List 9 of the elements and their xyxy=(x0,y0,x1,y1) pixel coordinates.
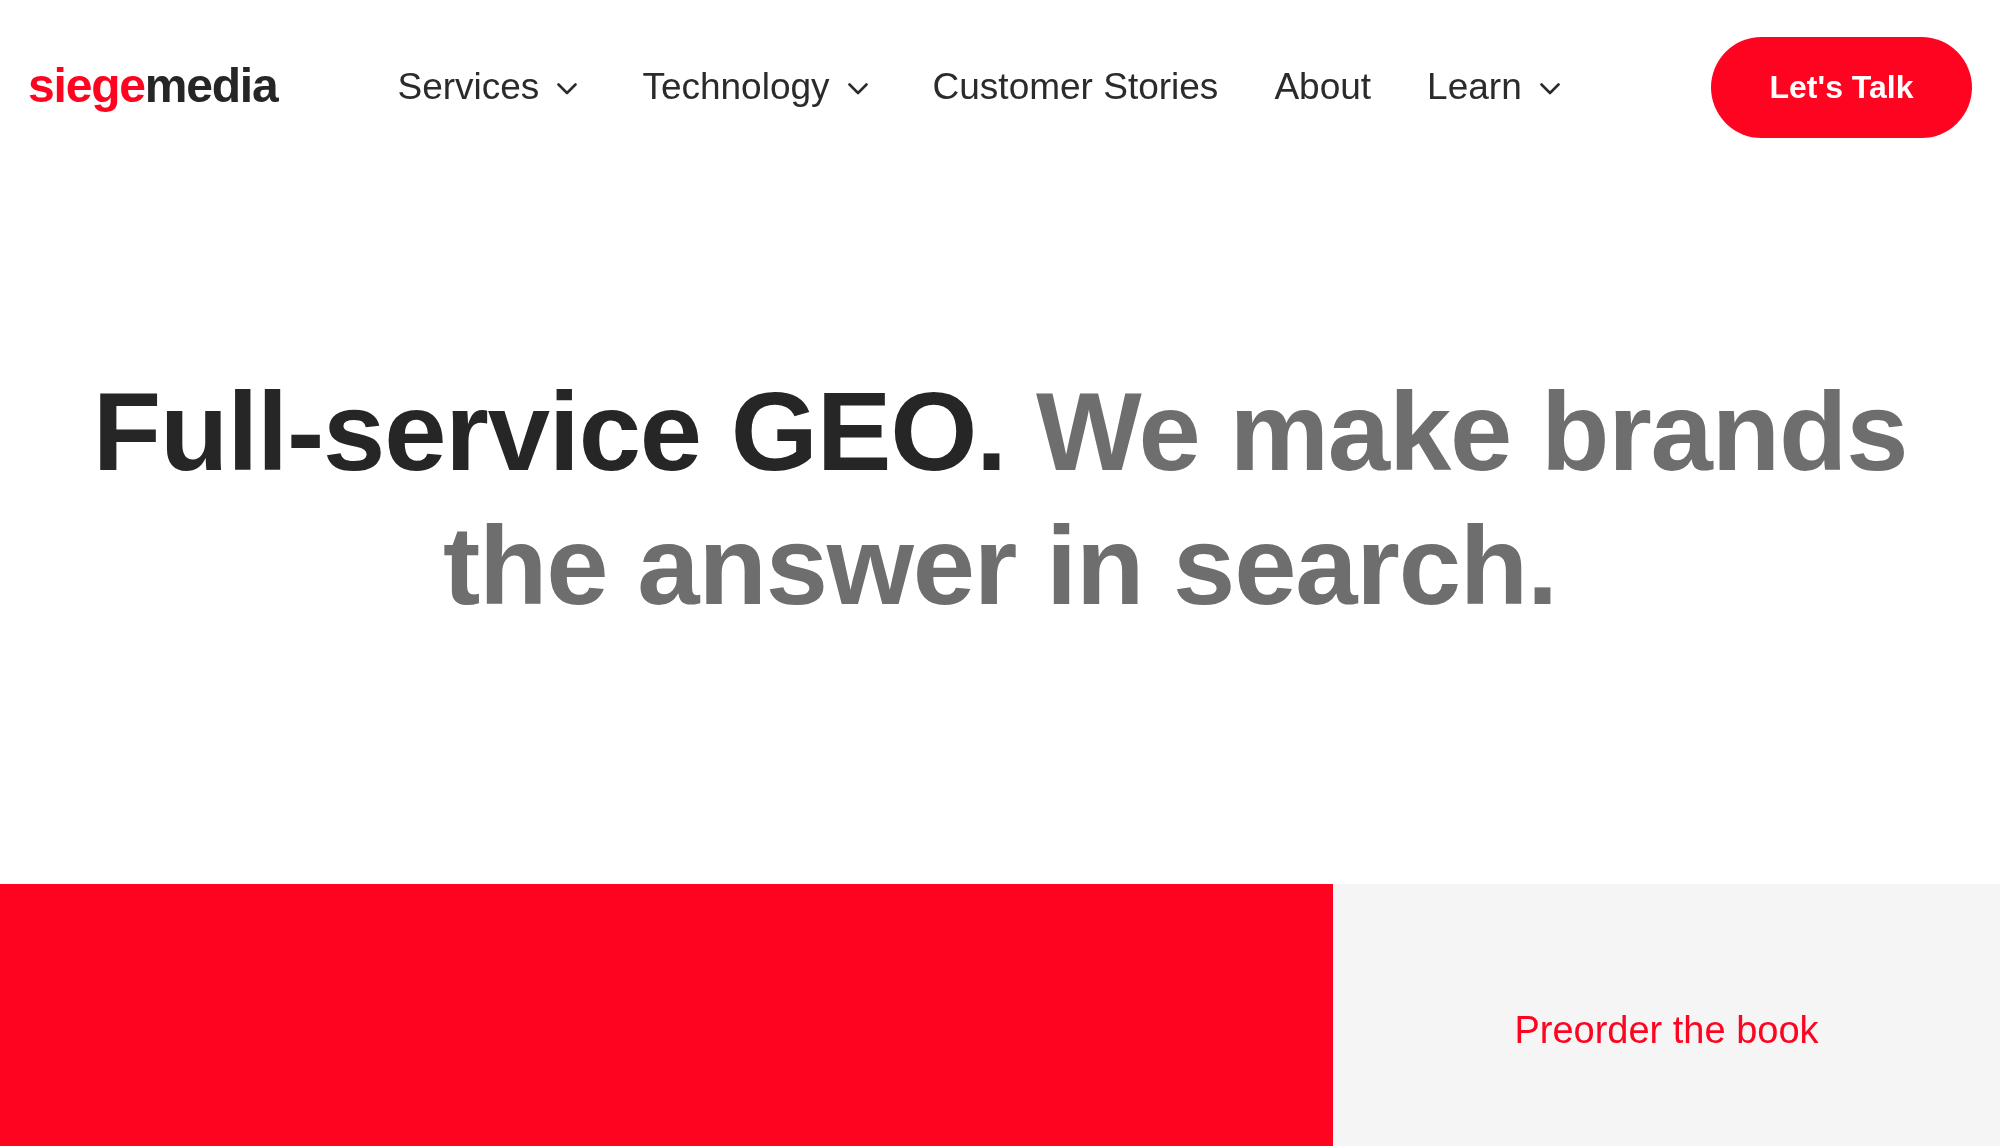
nav-menu-item[interactable]: Technology xyxy=(642,65,877,110)
nav-menu-item[interactable]: Learn xyxy=(1427,65,1569,110)
logo[interactable]: siegemedia xyxy=(28,61,278,114)
hero-heading: Full-service GEO. We make brands the answer in search. xyxy=(91,368,1909,630)
nav-menu-item[interactable]: About xyxy=(1274,65,1372,110)
nav-menu-item[interactable]: Services xyxy=(397,65,587,110)
lets-talk-button[interactable]: Let's Talk xyxy=(1711,37,1972,138)
preorder-link[interactable]: Preorder the book xyxy=(1514,1008,1819,1052)
nav-menu-item[interactable]: Customer Stories xyxy=(932,65,1219,110)
